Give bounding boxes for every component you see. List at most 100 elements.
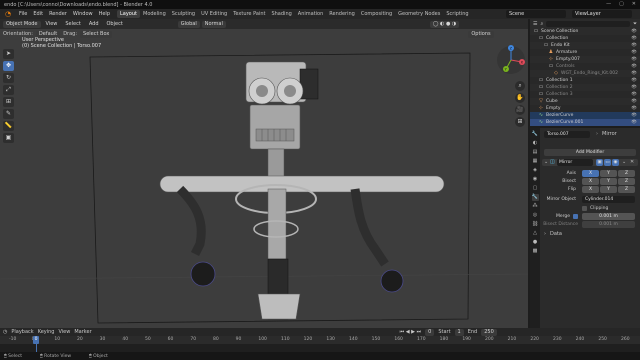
outliner-row[interactable]: ▭ Scene Collection 👁: [530, 28, 640, 35]
tab-modeling[interactable]: Modeling: [140, 10, 169, 18]
playback-menu[interactable]: Playback: [11, 329, 33, 335]
data-tab-icon[interactable]: △: [532, 230, 539, 237]
move-icon[interactable]: ✥: [3, 61, 14, 71]
flip-x-toggle[interactable]: X: [582, 186, 599, 193]
object-tab-icon[interactable]: ▢: [532, 185, 539, 192]
mode-dropdown[interactable]: Object Mode: [3, 20, 41, 28]
end-frame-field[interactable]: 250: [481, 328, 497, 336]
visibility-eye-icon[interactable]: 👁: [631, 35, 637, 42]
outliner-row[interactable]: ⊹ Empty 👁: [530, 105, 640, 112]
tab-layout[interactable]: Layout: [117, 10, 140, 18]
expand-chevron-icon[interactable]: ›: [544, 231, 546, 238]
constraints-tab-icon[interactable]: ⛓: [532, 221, 539, 228]
menu-help[interactable]: Help: [96, 11, 113, 17]
outliner-row[interactable]: ▭ Controls 👁: [530, 63, 640, 70]
tab-texture-paint[interactable]: Texture Paint: [230, 10, 268, 18]
collapse-chevron-icon[interactable]: ⌄: [544, 159, 548, 166]
view-layer-tab-icon[interactable]: ▦: [532, 158, 539, 165]
visibility-eye-icon[interactable]: 👁: [631, 63, 637, 70]
view-layer-selector[interactable]: ViewLayer: [572, 10, 632, 18]
pivot-dropdown[interactable]: Normal: [201, 20, 226, 28]
scale-icon[interactable]: ⤢: [3, 85, 14, 95]
viewport-toggle-icon[interactable]: ▭: [604, 159, 611, 166]
minimize-button[interactable]: —: [606, 1, 611, 7]
visibility-eye-icon[interactable]: 👁: [631, 91, 637, 98]
outliner-row[interactable]: ▭ Collection 3 👁: [530, 91, 640, 98]
visibility-eye-icon[interactable]: 👁: [631, 119, 637, 126]
visibility-eye-icon[interactable]: 👁: [631, 28, 637, 35]
outliner-row[interactable]: ▭ Collection 1 👁: [530, 77, 640, 84]
maximize-button[interactable]: ▢: [619, 1, 624, 7]
timeline-editor-icon[interactable]: ◷: [3, 329, 7, 335]
outliner-type-icon[interactable]: ☰: [533, 21, 537, 27]
visibility-eye-icon[interactable]: 👁: [631, 42, 637, 49]
menu-file[interactable]: File: [16, 11, 30, 17]
add-cube-icon[interactable]: ▣: [3, 133, 14, 143]
outliner-row[interactable]: ▭ Endo Kit 👁: [530, 42, 640, 49]
scene-selector[interactable]: Scene: [506, 10, 566, 18]
outliner-row[interactable]: ∿ BezierCurve.001 👁: [530, 119, 640, 126]
physics-tab-icon[interactable]: ◎: [532, 212, 539, 219]
menu-render[interactable]: Render: [46, 11, 70, 17]
object-name-field[interactable]: Torso.007: [544, 131, 590, 138]
add-modifier-button[interactable]: Add Modifier: [544, 149, 636, 156]
visibility-eye-icon[interactable]: 👁: [631, 98, 637, 105]
outliner-row[interactable]: ▽ Cube 👁: [530, 98, 640, 105]
modifier-tab-icon[interactable]: 🔧: [531, 194, 539, 201]
ortho-grid-icon[interactable]: ⊞: [515, 117, 525, 127]
object-menu[interactable]: Object: [104, 21, 126, 28]
keying-menu[interactable]: Keying: [38, 329, 55, 335]
tab-geometry-nodes[interactable]: Geometry Nodes: [395, 10, 443, 18]
material-tab-icon[interactable]: ●: [532, 239, 539, 246]
flip-z-toggle[interactable]: Z: [618, 186, 635, 193]
bisect-x-toggle[interactable]: X: [582, 178, 599, 185]
current-frame-field[interactable]: 0: [425, 328, 435, 336]
camera-view-icon[interactable]: 🎥: [515, 105, 525, 115]
tab-uv-editing[interactable]: UV Editing: [198, 10, 230, 18]
bisect-z-toggle[interactable]: Z: [618, 178, 635, 185]
render-tab-icon[interactable]: ◐: [532, 140, 539, 147]
navigation-gizmo[interactable]: X Y Z: [496, 45, 526, 75]
axis-z-toggle[interactable]: Z: [618, 170, 635, 177]
bisect-distance-field[interactable]: 0.001 m: [582, 221, 635, 228]
measure-icon[interactable]: 📏: [3, 121, 14, 131]
tab-animation[interactable]: Animation: [295, 10, 327, 18]
outliner-row[interactable]: ♟ Armature 👁: [530, 49, 640, 56]
axis-x-toggle[interactable]: X: [582, 170, 599, 177]
transform-orientation-dropdown[interactable]: Global: [177, 20, 200, 28]
outliner-filter-icon[interactable]: ⏷: [633, 21, 637, 27]
viewport-shading-buttons[interactable]: ◯ ◐ ● ◑: [429, 20, 460, 28]
world-tab-icon[interactable]: ◉: [532, 176, 539, 183]
zoom-icon[interactable]: ⌕: [515, 81, 525, 91]
visibility-eye-icon[interactable]: 👁: [631, 112, 637, 119]
output-tab-icon[interactable]: ▤: [532, 149, 539, 156]
scene-tab-icon[interactable]: ◈: [532, 167, 539, 174]
tab-compositing[interactable]: Compositing: [358, 10, 395, 18]
axis-y-toggle[interactable]: Y: [600, 170, 617, 177]
blender-logo-icon[interactable]: ◔: [3, 10, 13, 18]
modifier-name-field[interactable]: Mirror: [557, 159, 593, 166]
visibility-eye-icon[interactable]: 👁: [631, 84, 637, 91]
merge-checkbox[interactable]: [573, 214, 578, 219]
select-menu[interactable]: Select: [62, 21, 83, 28]
visibility-eye-icon[interactable]: 👁: [631, 70, 637, 77]
visibility-eye-icon[interactable]: 👁: [631, 49, 637, 56]
clipping-checkbox[interactable]: [582, 206, 587, 211]
mirror-object-field[interactable]: Cylinder.014: [582, 196, 635, 203]
outliner-search-icon[interactable]: ⌕: [540, 21, 543, 27]
menu-edit[interactable]: Edit: [30, 11, 46, 17]
viewport-scene[interactable]: [0, 19, 528, 328]
tab-rendering[interactable]: Rendering: [326, 10, 358, 18]
close-button[interactable]: ✕: [632, 1, 636, 7]
outliner-row[interactable]: ▭ Collection 👁: [530, 35, 640, 42]
visibility-eye-icon[interactable]: 👁: [631, 56, 637, 63]
3d-viewport[interactable]: Object Mode View Select Add Object Globa…: [0, 19, 528, 328]
playback-controls[interactable]: ⏮ ◀ ▶ ⏭: [400, 329, 421, 335]
outliner-row[interactable]: ◇ WGT_Endo_Rings_Kit.002 👁: [530, 70, 640, 77]
texture-tab-icon[interactable]: ▩: [532, 248, 539, 255]
rotate-icon[interactable]: ↻: [3, 73, 14, 83]
outliner-row[interactable]: ▭ Collection 2 👁: [530, 84, 640, 91]
dropdown-chevron-icon[interactable]: ⌄: [622, 159, 626, 166]
cursor-icon[interactable]: ➤: [3, 49, 14, 59]
visibility-eye-icon[interactable]: 👁: [631, 105, 637, 112]
